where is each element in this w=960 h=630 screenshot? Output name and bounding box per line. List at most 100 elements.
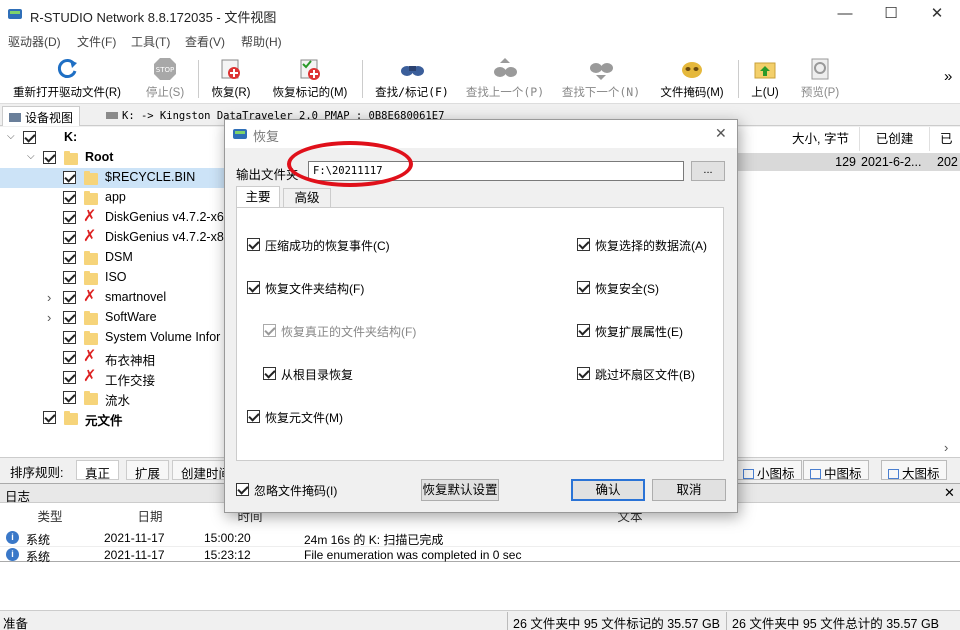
ignore-file-mask-checkbox[interactable]	[236, 483, 249, 496]
find-next-button[interactable]: 查找下一个(N)	[558, 56, 644, 102]
tree-item[interactable]: › ✗ smartnovel	[0, 288, 230, 308]
tree-checkbox[interactable]	[63, 251, 76, 264]
medium-icons-icon	[810, 469, 821, 479]
menu-tools[interactable]: 工具(T)	[131, 33, 170, 50]
maximize-button[interactable]: ☐	[868, 0, 914, 30]
sort-extension-button[interactable]: 扩展	[126, 460, 170, 481]
file-row-selected[interactable]: 129 2021-6-2... 202	[737, 153, 960, 171]
tree-item[interactable]: System Volume Infor	[0, 328, 230, 348]
tree-checkbox[interactable]	[63, 331, 76, 344]
dialog-close-button[interactable]: ✕	[715, 125, 727, 142]
preview-button[interactable]: 预览(P)	[796, 56, 844, 102]
up-button[interactable]: 上(U)	[745, 56, 785, 102]
stop-button[interactable]: STOP 停止(S)	[140, 56, 190, 102]
tab-main[interactable]: 主要	[236, 186, 280, 208]
status-separator	[726, 612, 727, 630]
large-icons-button[interactable]: 大图标	[881, 460, 947, 481]
tree-item[interactable]: 流水	[0, 388, 230, 408]
log-column-date[interactable]: 日期	[100, 506, 200, 526]
tab-device-view[interactable]: 设备视图	[2, 106, 81, 126]
column-header-size[interactable]: 大小, 字节	[782, 127, 860, 151]
folder-icon	[84, 271, 98, 285]
column-header-created[interactable]: 已创建	[860, 127, 930, 151]
menu-file[interactable]: 文件(F)	[77, 33, 116, 50]
cancel-button[interactable]: 取消	[652, 479, 726, 501]
recover-marked-button[interactable]: 恢复标记的(M)	[266, 56, 354, 102]
tree-item[interactable]: ✗ 布衣神相	[0, 348, 230, 368]
tree-item[interactable]: ✗ DiskGenius v4.7.2-x8	[0, 228, 230, 248]
restore-defaults-button[interactable]: 恢复默认设置	[421, 479, 499, 501]
menu-help[interactable]: 帮助(H)	[241, 33, 282, 50]
minimize-button[interactable]: —	[822, 0, 868, 30]
recover-dialog: 恢复 ✕ 输出文件夹 F:\20211117 ... 主要 高级 压缩成功的恢复…	[224, 119, 738, 513]
tree-checkbox[interactable]	[43, 151, 56, 164]
tree-checkbox[interactable]	[63, 211, 76, 224]
restore-alt-streams-checkbox[interactable]	[577, 238, 590, 251]
find-mark-button[interactable]: 查找/标记(F)	[370, 56, 454, 102]
annotation-circle	[287, 141, 413, 187]
restore-from-root-checkbox[interactable]	[263, 367, 276, 380]
compress-events-checkbox[interactable]	[247, 238, 260, 251]
folder-icon	[84, 311, 98, 325]
tree-item[interactable]: DSM	[0, 248, 230, 268]
tree-item[interactable]: ISO	[0, 268, 230, 288]
tree-checkbox[interactable]	[63, 271, 76, 284]
restore-alt-streams-label: 恢复选择的数据流(A)	[595, 239, 707, 253]
tree-checkbox[interactable]	[63, 171, 76, 184]
browse-button[interactable]: ...	[691, 161, 725, 181]
ok-button[interactable]: 确认	[571, 479, 645, 501]
log-close-button[interactable]: ✕	[944, 485, 955, 501]
recover-button[interactable]: 恢复(R)	[206, 56, 256, 102]
tree-item[interactable]: ✗ DiskGenius v4.7.2-x6	[0, 208, 230, 228]
sort-real-button[interactable]: 真正	[76, 460, 120, 481]
find-previous-button[interactable]: 查找上一个(P)	[462, 56, 548, 102]
tree-checkbox[interactable]	[63, 291, 76, 304]
log-row[interactable]: i 系统 2021-11-17 15:00:20 24m 16s 的 K: 扫描…	[0, 530, 960, 547]
tree-item-metafiles[interactable]: 元文件	[0, 408, 230, 428]
tree-checkbox[interactable]	[63, 351, 76, 364]
log-column-type[interactable]: 类型	[0, 506, 100, 526]
restore-ext-attributes-checkbox[interactable]	[577, 324, 590, 337]
tree-item-drive[interactable]: ⌵ K:	[0, 128, 230, 148]
folder-tree: ⌵ K: ⌵ Root $RECYCLE.BIN app ✗ DiskGeniu…	[0, 127, 230, 457]
tree-checkbox[interactable]	[23, 131, 36, 144]
skip-bad-sectors-checkbox[interactable]	[577, 367, 590, 380]
expand-icon[interactable]: ›	[47, 290, 51, 305]
small-icons-button[interactable]: 小图标	[736, 460, 802, 481]
tree-item[interactable]: › SoftWare	[0, 308, 230, 328]
file-mask-button[interactable]: 文件掩码(M)	[656, 56, 728, 102]
close-button[interactable]: ✕	[914, 0, 960, 30]
collapse-icon[interactable]: ⌵	[27, 151, 35, 162]
ignore-file-mask-label: 忽略文件掩码(I)	[254, 484, 338, 498]
expand-icon[interactable]: ›	[47, 310, 51, 325]
deleted-folder-icon: ✗	[83, 208, 97, 225]
tree-item-root[interactable]: ⌵ Root	[0, 148, 230, 168]
tree-item[interactable]: app	[0, 188, 230, 208]
tree-checkbox[interactable]	[43, 411, 56, 424]
deleted-folder-icon: ✗	[83, 348, 97, 365]
window-title: R-STUDIO Network 8.8.172035 - 文件视图	[30, 10, 277, 25]
menu-view[interactable]: 查看(V)	[185, 33, 225, 50]
folder-icon	[84, 251, 98, 265]
tree-checkbox[interactable]	[63, 231, 76, 244]
log-row[interactable]: i 系统 2021-11-17 15:23:12 File enumeratio…	[0, 546, 960, 564]
tree-item[interactable]: ✗ 工作交接	[0, 368, 230, 388]
menu-bar: 驱动器(D) 文件(F) 工具(T) 查看(V) 帮助(H)	[0, 30, 960, 52]
restore-security-checkbox[interactable]	[577, 281, 590, 294]
menu-drive[interactable]: 驱动器(D)	[8, 33, 61, 50]
medium-icons-button[interactable]: 中图标	[803, 460, 869, 481]
column-header-modified[interactable]: 已	[930, 127, 960, 151]
tree-checkbox[interactable]	[63, 371, 76, 384]
tree-checkbox[interactable]	[63, 311, 76, 324]
tree-checkbox[interactable]	[63, 391, 76, 404]
tree-checkbox[interactable]	[63, 191, 76, 204]
restore-folder-structure-checkbox[interactable]	[247, 281, 260, 294]
reopen-drive-button[interactable]: 重新打开驱动文件(R)	[8, 56, 126, 102]
collapse-icon[interactable]: ⌵	[7, 131, 15, 142]
tab-advanced[interactable]: 高级	[283, 188, 331, 208]
scroll-right-arrow[interactable]: ›	[944, 440, 948, 455]
restore-metafiles-checkbox[interactable]	[247, 410, 260, 423]
toolbar-overflow-button[interactable]: »	[944, 68, 952, 85]
tree-item[interactable]: $RECYCLE.BIN	[0, 168, 230, 188]
deleted-folder-icon: ✗	[83, 288, 97, 305]
